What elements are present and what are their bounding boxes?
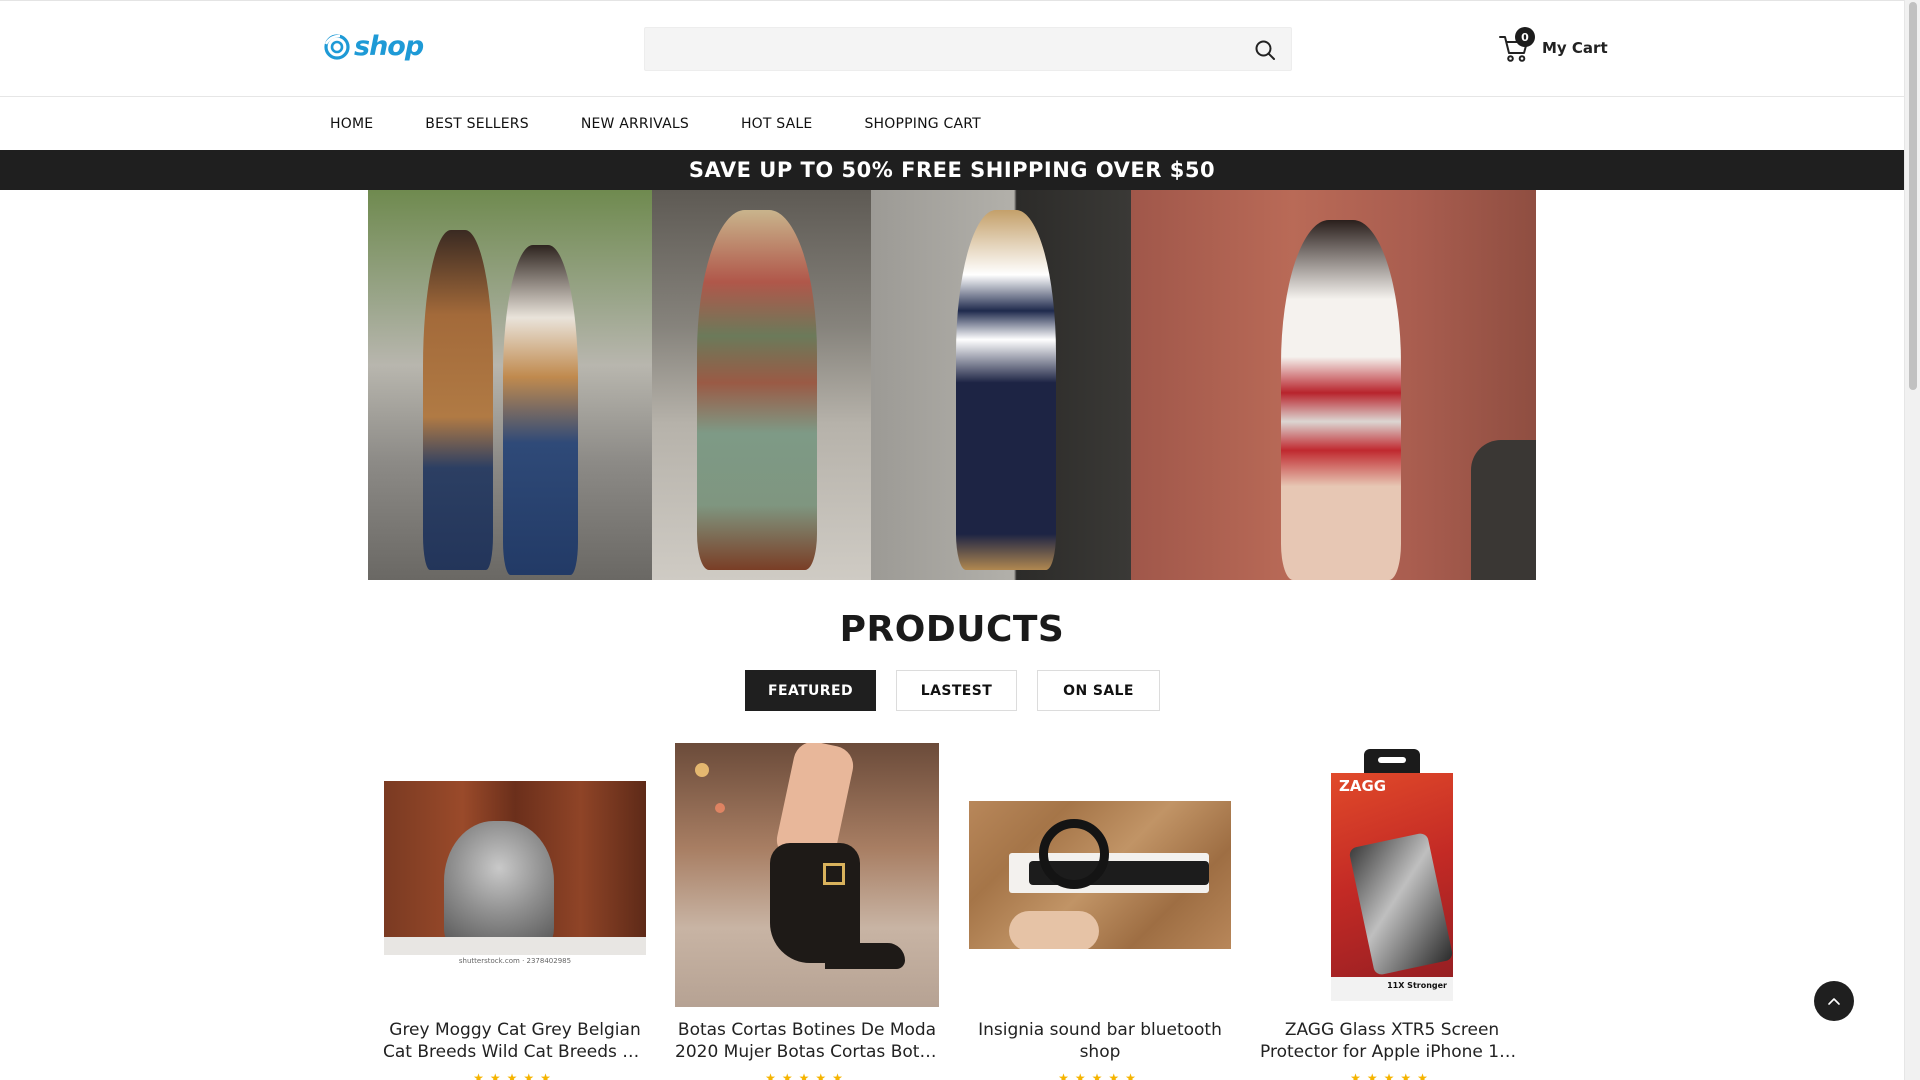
product-image-kitten[interactable]: shutterstock.com · 2378402985 <box>383 743 647 1007</box>
product-name-line-2: Protector for Apple iPhone 17... <box>1260 1042 1524 1062</box>
logo-swirl-icon <box>324 33 350 60</box>
search-input[interactable] <box>645 28 1245 70</box>
product-name-line-1: Botas Cortas Botines De Moda <box>677 1020 937 1040</box>
product-name: Botas Cortas Botines De Moda 2020 Mujer … <box>675 1019 939 1063</box>
site-logo[interactable]: shop <box>322 31 424 62</box>
cart-label: My Cart <box>1542 39 1608 57</box>
tab-on-sale[interactable]: ON SALE <box>1037 670 1160 711</box>
promo-banner: SAVE UP TO 50% FREE SHIPPING OVER $50 <box>0 150 1904 190</box>
banner-photo-street-pair <box>368 190 652 580</box>
product-rating: ★★★★★ <box>1058 1071 1142 1080</box>
scrollbar-thumb[interactable] <box>1909 2 1917 390</box>
product-rating: ★★★★★ <box>765 1071 849 1080</box>
chevron-up-icon <box>1828 998 1840 1005</box>
product-name-line-2: shop <box>1079 1042 1121 1062</box>
image-watermark: shutterstock.com · 2378402985 <box>458 957 572 965</box>
search-icon[interactable] <box>1253 38 1277 62</box>
product-name-line-1: Grey Moggy Cat Grey Belgian <box>389 1020 641 1040</box>
banner-photo-plaid-skirt <box>1131 190 1536 580</box>
zagg-strength-text: 11X Stronger <box>1387 981 1447 990</box>
main-nav: HOME BEST SELLERS NEW ARRIVALS HOT SALE … <box>0 98 1904 150</box>
zagg-brand-text: ZAGG <box>1339 777 1387 795</box>
product-image-soundbar[interactable] <box>968 743 1232 1007</box>
product-card[interactable]: Botas Cortas Botines De Moda 2020 Mujer … <box>675 743 939 1080</box>
logo-text: shop <box>354 31 424 62</box>
nav-item-hot-sale[interactable]: HOT SALE <box>741 116 813 132</box>
tab-featured[interactable]: FEATURED <box>745 670 876 711</box>
product-name-line-2: Cat Breeds Wild Cat Breeds As... <box>383 1042 647 1062</box>
site-header: shop 0 My Cart <box>0 1 1904 97</box>
promo-text: SAVE UP TO 50% FREE SHIPPING OVER $50 <box>688 158 1216 182</box>
nav-item-new-arrivals[interactable]: NEW ARRIVALS <box>581 116 689 132</box>
product-name-line-1: ZAGG Glass XTR5 Screen <box>1284 1020 1500 1040</box>
product-rating: ★★★★★ <box>473 1071 557 1080</box>
hero-banner[interactable] <box>368 190 1536 580</box>
cart-icon-wrap: 0 <box>1498 27 1535 63</box>
nav-item-shopping-cart[interactable]: SHOPPING CART <box>864 116 980 132</box>
product-name-line-1: Insignia sound bar bluetooth <box>978 1020 1222 1040</box>
product-name: Grey Moggy Cat Grey Belgian Cat Breeds W… <box>383 1019 647 1063</box>
banner-photo-plaid-poncho <box>652 190 871 580</box>
product-grid: shutterstock.com · 2378402985 Grey Moggy… <box>368 743 1536 1080</box>
page: shop 0 My Cart HOME BEST SELLERS NEW ARR… <box>0 0 1904 1080</box>
product-name-line-2: 2020 Mujer Botas Cortas Botin... <box>675 1042 939 1062</box>
product-rating: ★★★★★ <box>1350 1071 1434 1080</box>
product-card[interactable]: ZAGG 11X Stronger ZAGG Glass XTR5 Screen… <box>1260 743 1524 1080</box>
tab-lastest[interactable]: LASTEST <box>896 670 1017 711</box>
banner-photo-striped-top <box>871 190 1131 580</box>
back-to-top-button[interactable] <box>1814 981 1854 1021</box>
product-card[interactable]: Insignia sound bar bluetooth shop ★★★★★ <box>968 743 1232 1080</box>
nav-item-home[interactable]: HOME <box>330 116 373 132</box>
product-image-zagg[interactable]: ZAGG 11X Stronger <box>1260 743 1524 1007</box>
nav-item-best-sellers[interactable]: BEST SELLERS <box>425 116 529 132</box>
products-title: PRODUCTS <box>839 609 1065 650</box>
product-name: ZAGG Glass XTR5 Screen Protector for App… <box>1260 1019 1524 1063</box>
cart-button[interactable]: 0 My Cart <box>1498 27 1608 63</box>
page-scrollbar[interactable] <box>1904 0 1920 1080</box>
product-tabs: FEATURED LASTEST ON SALE <box>745 670 1160 711</box>
product-image-boots[interactable] <box>675 743 939 1007</box>
cart-count-badge: 0 <box>1515 27 1535 47</box>
product-name: Insignia sound bar bluetooth shop <box>968 1019 1232 1063</box>
search-bar <box>644 27 1292 71</box>
product-card[interactable]: shutterstock.com · 2378402985 Grey Moggy… <box>383 743 647 1080</box>
